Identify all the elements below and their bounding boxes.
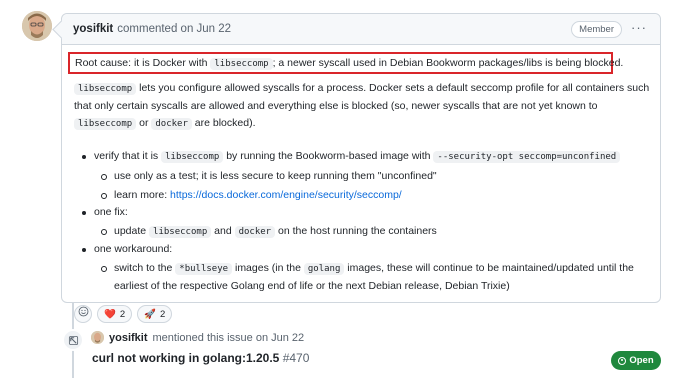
steps-list: verify that it is libseccomp by running … bbox=[74, 148, 654, 295]
referenced-issue-title[interactable]: curl not working in golang:1.20.5 bbox=[92, 351, 279, 365]
add-reaction-button[interactable] bbox=[74, 305, 92, 323]
smiley-icon bbox=[78, 306, 89, 323]
rocket-reaction-icon: 🚀 bbox=[144, 308, 156, 320]
mention-author[interactable]: yosifkit bbox=[109, 332, 148, 344]
comment-header: yosifkit commented on Jun 22 Member ··· bbox=[62, 14, 660, 45]
comment-author[interactable]: yosifkit bbox=[73, 23, 113, 35]
sub-list: switch to the *bullseye images (in the g… bbox=[94, 260, 654, 295]
open-status-badge: Open bbox=[611, 351, 661, 370]
avatar-image bbox=[22, 11, 52, 41]
list-text: learn more: bbox=[114, 189, 171, 201]
sub-list: update libseccomp and docker on the host… bbox=[94, 223, 654, 241]
referenced-issue-link[interactable]: curl not working in golang:1.20.5 #470 bbox=[92, 351, 309, 365]
list-text: one fix: bbox=[94, 206, 128, 218]
list-text: by running the Bookworm-based image with bbox=[223, 150, 434, 162]
inline-code: libseccomp bbox=[149, 226, 212, 238]
author-avatar[interactable] bbox=[22, 11, 52, 41]
inline-code: docker bbox=[234, 226, 276, 238]
heart-reaction-button[interactable]: ❤️ 2 bbox=[97, 305, 133, 323]
issue-opened-icon bbox=[618, 356, 627, 365]
kebab-horizontal-icon[interactable]: ··· bbox=[630, 20, 648, 38]
list-text: switch to the bbox=[114, 262, 176, 274]
seccomp-docs-link[interactable]: https://docs.docker.com/engine/security/… bbox=[170, 189, 402, 201]
heart-reaction-icon: ❤️ bbox=[104, 308, 116, 320]
inline-code: libseccomp bbox=[74, 83, 137, 95]
inline-code: libseccomp bbox=[161, 151, 224, 163]
inline-code: libseccomp bbox=[210, 58, 273, 70]
sub-list: use only as a test; it is less secure to… bbox=[94, 168, 654, 204]
reaction-count: 2 bbox=[119, 308, 126, 320]
rocket-reaction-button[interactable]: 🚀 2 bbox=[137, 305, 173, 323]
sub-list-item: use only as a test; it is less secure to… bbox=[94, 168, 654, 185]
mention-author-avatar[interactable] bbox=[91, 331, 104, 344]
inline-code: golang bbox=[303, 263, 345, 275]
sub-list-item: switch to the *bullseye images (in the g… bbox=[94, 260, 654, 295]
list-text: update bbox=[114, 225, 150, 237]
sub-list-item: update libseccomp and docker on the host… bbox=[94, 223, 654, 241]
referenced-issue-number[interactable]: #470 bbox=[283, 351, 310, 365]
list-text: on the host running the containers bbox=[275, 225, 437, 237]
issue-comment: yosifkit commented on Jun 22 Member ··· … bbox=[61, 13, 661, 323]
explanation-paragraph: libseccomp lets you configure allowed sy… bbox=[74, 80, 652, 133]
paragraph-text: are blocked). bbox=[191, 117, 256, 129]
cross-reference-icon bbox=[62, 329, 84, 351]
inline-code: *bullseye bbox=[175, 263, 233, 275]
list-item-verify: verify that it is libseccomp by running … bbox=[74, 148, 654, 204]
paragraph-text: or bbox=[136, 117, 152, 129]
reaction-count: 2 bbox=[159, 308, 166, 320]
paragraph-text: lets you configure allowed syscalls for … bbox=[74, 82, 650, 112]
member-badge: Member bbox=[571, 21, 622, 38]
root-cause-text-end: ; a newer syscall used in Debian Bookwor… bbox=[272, 57, 624, 69]
comment-timestamp[interactable]: commented on Jun 22 bbox=[117, 23, 231, 35]
root-cause-text: Root cause: it is Docker with bbox=[75, 57, 211, 69]
reactions-bar: ❤️ 2 🚀 2 bbox=[74, 305, 173, 323]
list-text: images (in the bbox=[232, 262, 304, 274]
list-text: and bbox=[211, 225, 235, 237]
mention-text: mentioned this issue on Jun 22 bbox=[152, 331, 305, 344]
inline-code: docker bbox=[151, 118, 192, 130]
list-text: one workaround: bbox=[94, 243, 173, 255]
root-cause-highlight: Root cause: it is Docker with libseccomp… bbox=[68, 52, 623, 74]
inline-code: libseccomp bbox=[74, 118, 137, 130]
inline-code: --security-opt seccomp=unconfined bbox=[433, 151, 621, 163]
mention-event: yosifkit mentioned this issue on Jun 22 bbox=[91, 331, 304, 344]
sub-list-item: learn more: https://docs.docker.com/engi… bbox=[94, 187, 654, 204]
list-text: verify that it is bbox=[94, 150, 162, 162]
status-label: Open bbox=[629, 355, 654, 366]
list-item-fix: one fix: update libseccomp and docker on… bbox=[74, 204, 654, 241]
list-item-workaround: one workaround: switch to the *bullseye … bbox=[74, 241, 654, 295]
